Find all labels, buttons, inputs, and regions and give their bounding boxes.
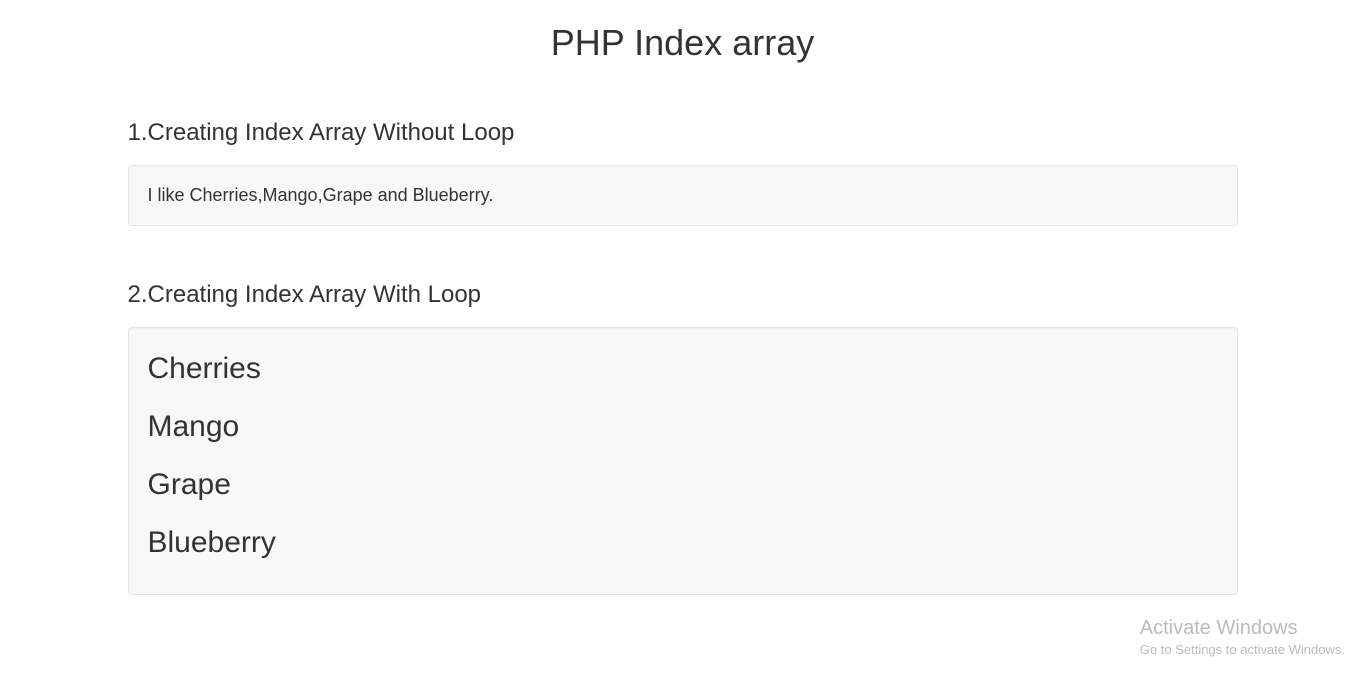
list-item: Cherries [148,352,1218,385]
output-well-1: I like Cherries,Mango,Grape and Blueberr… [128,165,1238,226]
watermark-title: Activate Windows [1140,617,1345,640]
page-title: PHP Index array [128,22,1238,64]
output-well-2: Cherries Mango Grape Blueberry [128,327,1238,595]
list-item: Mango [148,410,1218,443]
windows-activation-watermark: Activate Windows Go to Settings to activ… [1140,617,1345,657]
output-text-1: I like Cherries,Mango,Grape and Blueberr… [148,185,1218,206]
list-item: Grape [148,468,1218,501]
list-item: Blueberry [148,526,1218,559]
section-heading-2: 2.Creating Index Array With Loop [128,281,1238,309]
section-heading-1: 1.Creating Index Array Without Loop [128,119,1238,147]
